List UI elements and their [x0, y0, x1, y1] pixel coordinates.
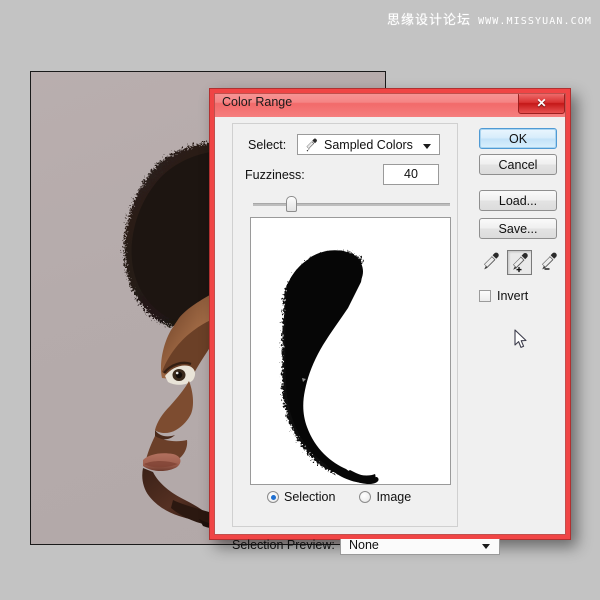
chevron-down-icon	[482, 544, 490, 549]
load-button[interactable]: Load...	[479, 190, 557, 211]
dialog-titlebar[interactable]: Color Range ✕	[211, 90, 569, 118]
eyedropper-toolbar	[479, 250, 561, 276]
eyedropper-icon[interactable]	[479, 250, 504, 275]
cancel-button[interactable]: Cancel	[479, 154, 557, 175]
ok-button[interactable]: OK	[479, 128, 557, 149]
fuzziness-slider-thumb[interactable]	[286, 196, 297, 212]
eyedropper-subtract-icon[interactable]	[537, 250, 562, 275]
select-label: Select:	[248, 138, 287, 152]
color-range-dialog[interactable]: Color Range ✕ Select: Sampled Colors Fuz…	[209, 88, 571, 555]
watermark-chinese-text: 思缘设计论坛	[387, 13, 472, 28]
radio-image-label: Image	[376, 490, 412, 504]
fuzziness-label: Fuzziness:	[245, 168, 305, 182]
eyedropper-add-icon[interactable]	[507, 250, 532, 275]
radio-selection[interactable]: Selection	[267, 490, 335, 504]
watermark: 思缘设计论坛 WWW.MISSYUAN.COM	[387, 9, 592, 28]
invert-label: Invert	[497, 289, 529, 303]
invert-checkbox-row[interactable]: Invert	[479, 289, 528, 303]
invert-checkbox[interactable]	[479, 290, 491, 302]
selection-preview-label: Selection Preview:	[232, 538, 335, 552]
selection-preview-value: None	[349, 538, 379, 552]
watermark-url-text: WWW.MISSYUAN.COM	[478, 16, 592, 27]
radio-selection-label: Selection	[284, 490, 336, 504]
preview-mode-radio-group[interactable]: Selection Image	[267, 490, 411, 504]
fuzziness-slider[interactable]	[253, 195, 450, 213]
close-button[interactable]: ✕	[518, 92, 565, 114]
eyedropper-icon	[303, 137, 319, 153]
dialog-body: Select: Sampled Colors Fuzziness: 40 Sel…	[215, 117, 565, 555]
chevron-down-icon	[423, 144, 431, 149]
radio-selection-indicator[interactable]	[267, 491, 279, 503]
save-button[interactable]: Save...	[479, 218, 557, 239]
select-dropdown-value: Sampled Colors	[324, 138, 413, 152]
select-dropdown[interactable]: Sampled Colors	[297, 134, 440, 155]
fuzziness-slider-track	[253, 203, 450, 206]
dialog-title: Color Range	[222, 95, 293, 109]
radio-image[interactable]: Image	[359, 490, 411, 504]
fuzziness-input[interactable]: 40	[383, 164, 439, 185]
radio-image-indicator[interactable]	[359, 491, 372, 503]
close-icon: ✕	[536, 95, 547, 110]
selection-preview-thumbnail[interactable]	[250, 217, 451, 485]
selection-preview-dropdown[interactable]: None	[340, 534, 500, 555]
